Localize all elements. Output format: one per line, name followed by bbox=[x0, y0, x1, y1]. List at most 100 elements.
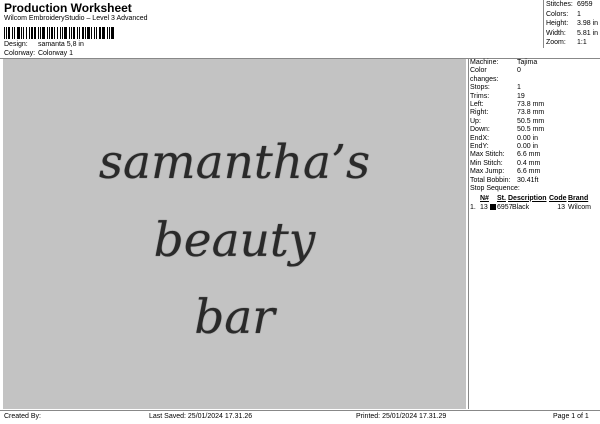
info-row: Stops: 1 bbox=[470, 84, 598, 92]
last-saved: Last Saved: 25/01/2024 17.31.26 bbox=[149, 413, 253, 420]
info-value: 0 bbox=[517, 67, 521, 75]
info-label: Max Jump: bbox=[470, 168, 505, 176]
barcode-bar bbox=[111, 27, 115, 39]
summary-value: 1 bbox=[577, 10, 581, 18]
info-label: Max Stitch: bbox=[470, 151, 505, 159]
info-row: Left: 73.8 mm bbox=[470, 101, 598, 109]
info-label: Machine: bbox=[470, 59, 499, 66]
stop-sequence-header: N# St. Description Code Brand bbox=[470, 195, 598, 203]
info-label: Down: bbox=[470, 126, 490, 134]
barcode-bar bbox=[61, 27, 64, 39]
info-label: EndX: bbox=[470, 134, 490, 142]
color-swatch bbox=[490, 203, 496, 210]
created-by: Created By: bbox=[4, 413, 41, 420]
colorway-row: Colorway: Colorway 1 bbox=[4, 50, 73, 57]
info-value: 19 bbox=[517, 92, 525, 100]
barcode-bar bbox=[82, 27, 84, 39]
barcode-bar bbox=[48, 27, 50, 39]
page-number: Page 1 of 1 bbox=[553, 413, 589, 420]
barcode-bar bbox=[38, 27, 40, 39]
barcode bbox=[4, 27, 116, 39]
barcode-bar bbox=[103, 27, 106, 39]
info-row: Machine: Tajima bbox=[470, 59, 598, 67]
design-line: bar bbox=[194, 290, 275, 345]
barcode-bar bbox=[53, 27, 55, 39]
barcode-bar bbox=[11, 27, 13, 39]
summary-label: Width: bbox=[546, 29, 566, 37]
embroidery-text: samantha’s beauty bar bbox=[3, 59, 466, 409]
barcode-bar bbox=[22, 27, 25, 39]
info-label: Stops: bbox=[470, 84, 490, 92]
barcode-bar bbox=[101, 27, 103, 39]
info-row: Max Jump: 6.6 mm bbox=[470, 168, 598, 176]
colorway-label: Colorway: bbox=[4, 50, 36, 57]
info-value: 30.41ft bbox=[517, 176, 539, 184]
barcode-bar bbox=[4, 27, 5, 39]
stop-index: 1. bbox=[470, 203, 476, 211]
summary-value: 1:1 bbox=[577, 39, 587, 46]
col-header-n: N# bbox=[480, 194, 489, 202]
info-label: EndY: bbox=[470, 143, 489, 151]
info-value: 0.00 in bbox=[517, 134, 539, 142]
design-row: Design: samanta 5,8 in bbox=[4, 41, 84, 48]
info-row: Min Stitch: 0.4 mm bbox=[470, 160, 598, 168]
stop-code: 13 bbox=[557, 203, 565, 211]
summary-label: Zoom: bbox=[546, 39, 566, 46]
stop-n: 13 bbox=[480, 203, 488, 211]
summary-label: Height: bbox=[546, 20, 569, 27]
design-value: samanta 5,8 in bbox=[37, 41, 84, 48]
summary-row: Height: 3.98 in bbox=[544, 19, 600, 29]
design-preview: samantha’s beauty bar bbox=[3, 59, 466, 409]
barcode-bar bbox=[95, 27, 97, 39]
info-label: Right: bbox=[470, 109, 489, 117]
info-label: Total Bobbin: bbox=[470, 176, 511, 184]
barcode-bar bbox=[64, 27, 68, 39]
summary-row: Zoom: 1:1 bbox=[544, 38, 600, 48]
barcode-bar bbox=[79, 27, 81, 39]
stop-description: Black bbox=[512, 203, 530, 211]
info-label: Color changes: bbox=[470, 67, 499, 83]
barcode-bar bbox=[20, 27, 22, 39]
barcode-bar bbox=[69, 27, 71, 39]
stop-sequence-title: Stop Sequence: bbox=[470, 185, 520, 193]
barcode-bar bbox=[31, 27, 34, 39]
summary-row: Width: 5.81 in bbox=[544, 29, 600, 39]
barcode-bar bbox=[5, 27, 7, 39]
summary-value: 6959 bbox=[577, 1, 593, 8]
info-value: 6.6 mm bbox=[517, 168, 541, 176]
table-row: 1. 13 6957 Black 13 Wilcom bbox=[470, 203, 598, 212]
info-row: EndX: 0.00 in bbox=[470, 135, 598, 143]
summary-value: 3.98 in bbox=[577, 20, 599, 27]
barcode-bar bbox=[109, 27, 111, 39]
info-label: Left: bbox=[470, 101, 484, 109]
barcode-bar bbox=[77, 27, 79, 39]
barcode-bar bbox=[73, 27, 76, 39]
info-value: 0.4 mm bbox=[517, 159, 541, 167]
barcode-bar bbox=[34, 27, 37, 39]
info-label: Trims: bbox=[470, 92, 490, 100]
summary-label: Colors: bbox=[546, 10, 569, 18]
info-value: Tajima bbox=[517, 59, 538, 66]
barcode-bar bbox=[107, 27, 109, 39]
barcode-bar bbox=[56, 27, 58, 39]
barcode-bar bbox=[13, 27, 15, 39]
barcode-bar bbox=[50, 27, 53, 39]
summary-label: Stitches: bbox=[546, 1, 573, 8]
stop-brand: Wilcom bbox=[568, 203, 591, 211]
col-header-st: St. bbox=[497, 194, 506, 202]
machine-info-panel: Machine: Tajima Color changes: 0 Stops: 1 T… bbox=[470, 59, 598, 212]
info-value: 50.5 mm bbox=[517, 117, 545, 125]
colorway-value: Colorway 1 bbox=[37, 50, 73, 57]
barcode-bar bbox=[71, 27, 73, 39]
info-row: Right: 73.8 mm bbox=[470, 109, 598, 117]
design-line: samantha’s bbox=[98, 135, 371, 190]
info-row: Total Bobbin: 30.41ft bbox=[470, 177, 598, 185]
barcode-bar bbox=[40, 27, 42, 39]
info-row: EndY: 0.00 in bbox=[470, 143, 598, 151]
barcode-bar bbox=[98, 27, 101, 39]
design-label: Design: bbox=[4, 41, 28, 48]
info-value: 73.8 mm bbox=[517, 109, 545, 117]
info-value: 73.8 mm bbox=[517, 101, 545, 109]
footer-divider bbox=[0, 410, 600, 411]
info-value: 1 bbox=[517, 84, 521, 92]
